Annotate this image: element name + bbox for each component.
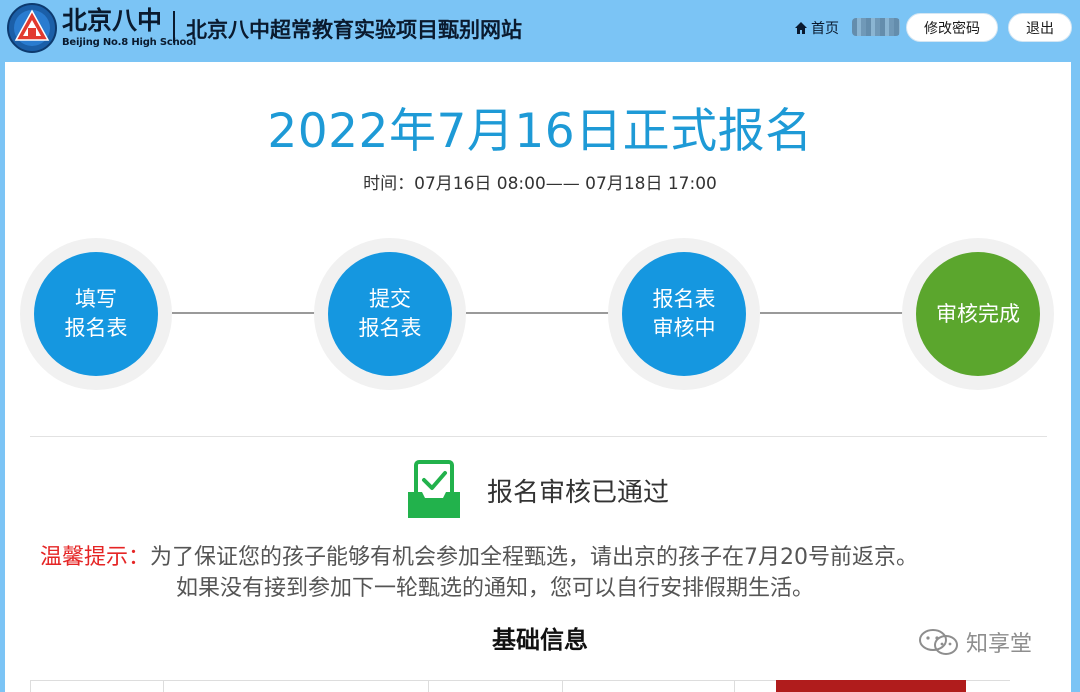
step-connector: [466, 312, 610, 314]
step-label-line2: 报名表: [358, 316, 422, 340]
notice-line-2: 如果没有接到参加下一轮甄选的通知，您可以自行安排假期生活。: [176, 576, 815, 601]
notice-line-1: 温馨提示：为了保证您的孩子能够有机会参加全程甄选，请出京的孩子在7月20号前返京…: [40, 539, 918, 571]
svg-text:北京八中: 北京八中: [62, 6, 162, 35]
home-label: 首页: [811, 21, 839, 37]
top-header: 北京八中 Beijing No.8 High School 北京八中超常教育实验…: [0, 0, 1080, 58]
step-label-line1: 报名表: [652, 287, 716, 311]
logout-button[interactable]: 退出: [1008, 13, 1072, 42]
step-label-line2: 报名表: [64, 316, 128, 340]
site-title: 北京八中超常教育实验项目甄别网站: [186, 18, 522, 42]
notice-label: 温馨提示：: [40, 545, 151, 570]
header-divider: [173, 11, 175, 43]
table-cell-border: [562, 680, 563, 692]
check-tray-icon: [408, 460, 460, 518]
step-connector: [760, 312, 904, 314]
time-range: 07月16日 08:00—— 07月18日 17:00: [414, 174, 717, 194]
home-icon: [795, 22, 807, 34]
registration-time: 时间：07月16日 08:00—— 07月18日 17:00: [0, 169, 1080, 194]
photo-cell: [776, 680, 966, 692]
change-password-button[interactable]: 修改密码: [906, 13, 998, 42]
step-label-line1: 提交: [369, 287, 411, 311]
step-fill-form: 填写 报名表: [20, 238, 172, 390]
time-label: 时间：: [363, 174, 415, 194]
page-title: 2022年7月16日正式报名: [267, 104, 813, 159]
notice-text-1: 为了保证您的孩子能够有机会参加全程甄选，请出京的孩子在7月20号前返京。: [150, 545, 919, 570]
review-status: 报名审核已通过: [487, 478, 670, 508]
school-name-english: Beijing No.8 High School: [62, 37, 197, 48]
section-divider: [30, 436, 1047, 437]
table-cell-border: [734, 680, 735, 692]
school-emblem-icon[interactable]: [4, 2, 60, 54]
step-under-review: 报名表 审核中: [608, 238, 760, 390]
step-review-complete: 审核完成: [902, 238, 1054, 390]
table-cell-border: [163, 680, 164, 692]
step-label-line1: 审核完成: [936, 301, 1020, 326]
watermark: 知享堂: [918, 626, 1032, 658]
table-cell-border: [428, 680, 429, 692]
watermark-text: 知享堂: [966, 632, 1033, 657]
step-label-line2: 审核中: [652, 316, 716, 340]
school-logo-calligraphy: 北京八中: [62, 6, 162, 35]
step-connector: [172, 312, 316, 314]
step-label-line1: 填写: [75, 287, 117, 311]
step-submit-form: 提交 报名表: [314, 238, 466, 390]
home-link[interactable]: 首页: [795, 18, 839, 38]
username-blurred: [852, 18, 900, 36]
wechat-icon: [919, 629, 958, 655]
